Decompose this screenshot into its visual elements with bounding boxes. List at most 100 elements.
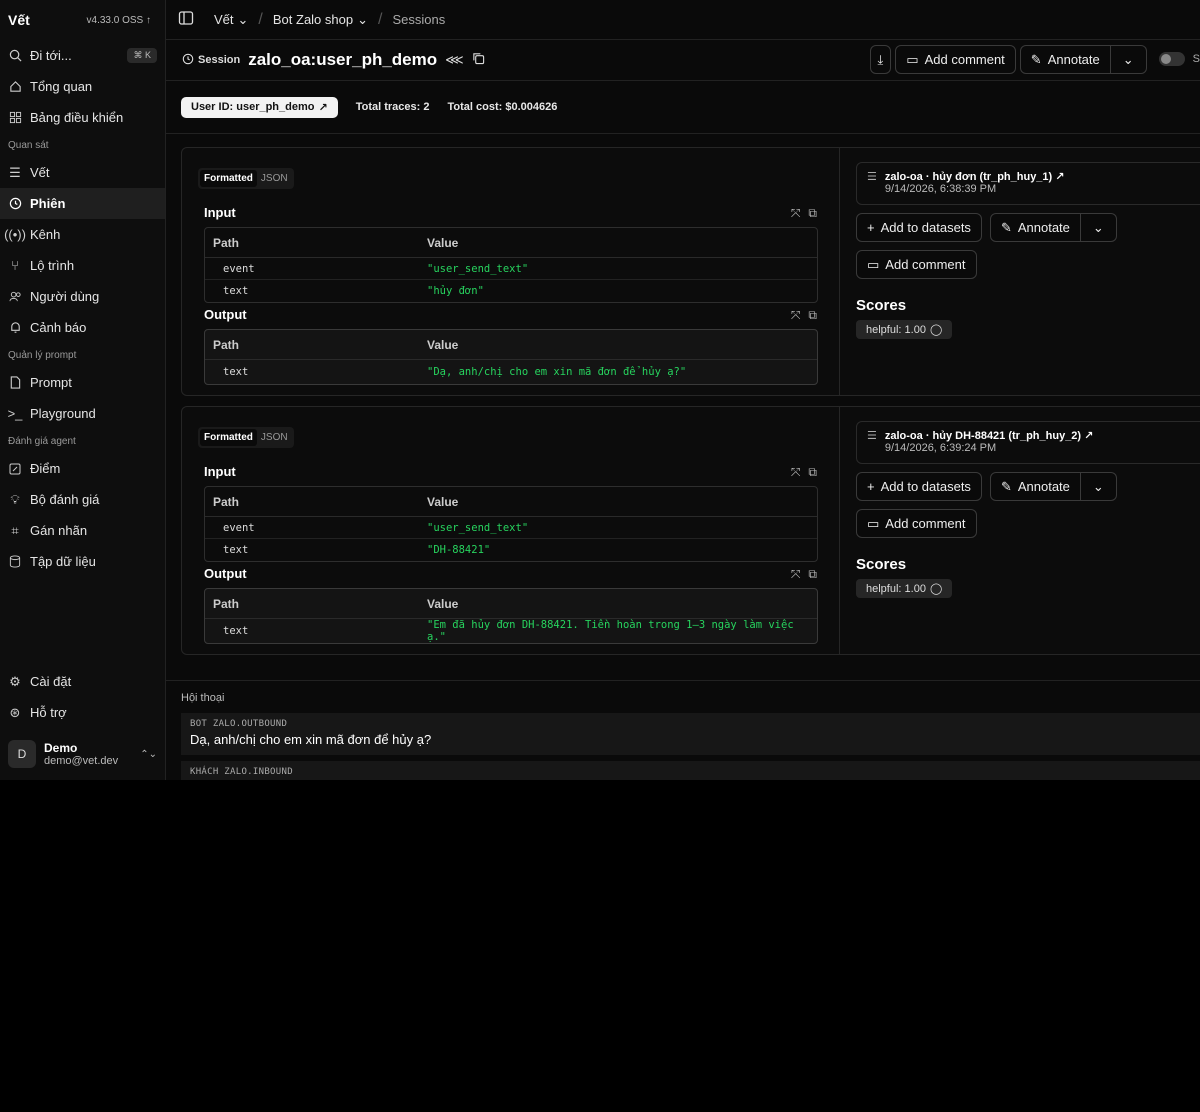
sidebar-item-evaluators[interactable]: 💡︎ Bộ đánh giá	[0, 484, 165, 515]
user-menu[interactable]: D Demo demo@vet.dev ⌃⌄	[0, 728, 165, 780]
terminal-icon: >_	[7, 406, 23, 421]
sidebar-item-datasets[interactable]: Tập dữ liệu	[0, 546, 165, 577]
table-row: text "Em đã hủy đơn DH-88421. Tiền hoàn t…	[223, 619, 794, 643]
expand-icon[interactable]: ⤧	[791, 465, 801, 480]
copy-icon[interactable]	[472, 52, 485, 68]
table-header: Path Value	[205, 487, 817, 517]
trace-io-panel: Formatted JSON Input ⤧ ⧉ Path Value event "…	[182, 148, 840, 395]
chevron-down-icon: ⌄	[1092, 219, 1104, 235]
comment-icon: ▭	[906, 51, 919, 67]
copy-icon[interactable]: ⧉	[808, 465, 817, 480]
sidebar-toggle-icon[interactable]	[178, 10, 194, 29]
total-traces: Total traces: 2	[355, 101, 430, 113]
breadcrumb-sessions[interactable]: Sessions	[392, 12, 445, 27]
annotate-menu-button[interactable]: ⌄	[1080, 213, 1117, 242]
copy-icon[interactable]: ⧉	[808, 567, 817, 582]
version-badge[interactable]: v4.33.0 OSS ↑	[87, 15, 151, 26]
comment-icon: ▭	[867, 256, 880, 272]
separator: /	[378, 10, 383, 28]
trace-link[interactable]: ☰ zalo-oa · hủy DH-88421 (tr_ph_huy_2) ↗…	[856, 421, 1200, 464]
table-row: event "user_send_text"	[205, 258, 817, 280]
external-link-icon: ↗	[318, 101, 328, 114]
trace-actions: + Add to datasets ✎ Annotate ⌄	[856, 472, 1200, 501]
score-badge[interactable]: helpful: 1.00 ◯	[856, 579, 953, 598]
toggle-switch[interactable]	[1158, 52, 1185, 66]
share-icon[interactable]: ⋘	[445, 52, 464, 68]
sidebar-item-routes[interactable]: ⑂ Lộ trình	[0, 250, 165, 281]
total-cost: Total cost: $0.004626	[447, 101, 558, 113]
trace-card: Formatted JSON Input ⤧ ⧉ Path Value event "…	[181, 147, 1200, 396]
sidebar-item-label: Cài đặt	[30, 674, 72, 689]
annotate-menu-button[interactable]: ⌄	[1080, 472, 1117, 501]
sidebar-item-prompt[interactable]: Prompt	[0, 367, 165, 398]
expand-icon[interactable]: ⤧	[791, 308, 801, 323]
section-observe: Quan sát	[8, 140, 49, 151]
breadcrumb-project-root[interactable]: Vết ⌄	[214, 12, 248, 28]
conversation-message: BOT ZALO.OUTBOUND Dạ, anh/chị cho em xin…	[181, 713, 1200, 755]
goto-label: Đi tới...	[30, 48, 72, 63]
trace-name: zalo-oa · hủy đơn (tr_ph_huy_1) ↗	[884, 171, 1065, 183]
sidebar-item-sessions[interactable]: Phiên	[0, 188, 165, 219]
user-email: demo@vet.dev	[44, 755, 119, 767]
topbar: Vết ⌄ / Bot Zalo shop ⌄ / Sessions	[166, 0, 1200, 40]
table-row: text "DH-88421"	[223, 544, 491, 556]
copy-icon[interactable]: ⧉	[808, 308, 817, 323]
tab-formatted[interactable]: Formatted	[200, 170, 257, 187]
chevron-updown-icon: ⌃⌄	[140, 748, 157, 760]
annotate-button[interactable]: ✎ Annotate	[989, 472, 1081, 501]
sidebar-item-alerts[interactable]: Cảnh báo	[0, 312, 165, 343]
sidebar-item-support[interactable]: ⊛ Hỗ trợ	[0, 697, 165, 728]
expand-icon[interactable]: ⤧	[791, 567, 801, 582]
sidebar-item-dashboards[interactable]: Bảng điều khiển	[0, 102, 165, 133]
input-heading: Input	[204, 464, 236, 479]
input-heading: Input	[204, 205, 236, 220]
trace-link[interactable]: ☰ zalo-oa · hủy đơn (tr_ph_huy_1) ↗ 9/14…	[856, 162, 1200, 205]
annotate-menu-button[interactable]: ⌄	[1110, 45, 1147, 74]
user-id-chip[interactable]: User ID: user_ph_demo ↗	[181, 96, 338, 118]
download-button[interactable]: ⤓	[869, 45, 892, 74]
add-comment-button[interactable]: ▭ Add comment	[856, 509, 977, 538]
comment-icon: ◯	[929, 324, 943, 336]
sidebar-item-settings[interactable]: ⚙ Cài đặt	[0, 666, 165, 697]
sidebar-item-labeling[interactable]: ⌗ Gán nhãn	[0, 515, 165, 546]
sidebar-item-label: Bộ đánh giá	[30, 492, 100, 507]
plus-icon: +	[867, 479, 875, 494]
sidebar-item-label: Cảnh báo	[30, 320, 87, 335]
annotate-split: ✎ Annotate ⌄	[1019, 45, 1147, 74]
annotate-button[interactable]: ✎ Annotate	[1019, 45, 1111, 74]
add-comment-button[interactable]: ▭ Add comment	[895, 45, 1016, 74]
search-icon	[8, 49, 22, 63]
sidebar-item-users[interactable]: Người dùng	[0, 281, 165, 312]
sidebar-item-overview[interactable]: Tổng quan	[0, 71, 165, 102]
sidebar-item-scores[interactable]: Điểm	[0, 453, 165, 484]
message-meta: BOT ZALO.OUTBOUND	[190, 719, 288, 729]
goto-search[interactable]: Đi tới... ⌘ K	[0, 40, 165, 71]
list-tree-icon: ☰	[867, 430, 877, 442]
trace-side-panel: ☰ zalo-oa · hủy đơn (tr_ph_huy_1) ↗ 9/14…	[856, 162, 1200, 339]
sidebar-item-channels[interactable]: ((•)) Kênh	[0, 219, 165, 250]
edit-icon: ✎	[1000, 219, 1012, 235]
header-actions: ⤓ ▭ Add comment ✎ Annotate ⌄ S	[869, 45, 1200, 74]
copy-icon[interactable]: ⧉	[808, 206, 817, 221]
add-comment-button[interactable]: ▭ Add comment	[856, 250, 977, 279]
chevron-down-icon: ⌄	[1092, 478, 1104, 494]
view-tabs: Formatted JSON	[198, 168, 294, 189]
table-header: Path Value	[205, 330, 817, 360]
sidebar-item-playground[interactable]: >_ Playground	[0, 398, 165, 429]
tab-json[interactable]: JSON	[257, 170, 292, 187]
comment-icon: ▭	[867, 515, 880, 531]
input-tools: ⤧ ⧉	[791, 206, 817, 221]
sidebar-item-label: Vết	[30, 165, 50, 180]
tab-json[interactable]: JSON	[257, 429, 292, 446]
expand-icon[interactable]: ⤧	[791, 206, 801, 221]
scores-heading: Scores	[856, 556, 907, 573]
edit-icon: ✎	[1030, 51, 1042, 67]
sidebar-item-traces[interactable]: ☰ Vết	[0, 157, 165, 188]
trace-card: Formatted JSON Input ⤧ ⧉ Path Value event "…	[181, 406, 1200, 655]
add-to-datasets-button[interactable]: + Add to datasets	[856, 472, 982, 501]
add-to-datasets-button[interactable]: + Add to datasets	[856, 213, 982, 242]
tab-formatted[interactable]: Formatted	[200, 429, 257, 446]
annotate-button[interactable]: ✎ Annotate	[989, 213, 1081, 242]
breadcrumb-project[interactable]: Bot Zalo shop ⌄	[273, 12, 368, 28]
score-badge[interactable]: helpful: 1.00 ◯	[856, 320, 953, 339]
